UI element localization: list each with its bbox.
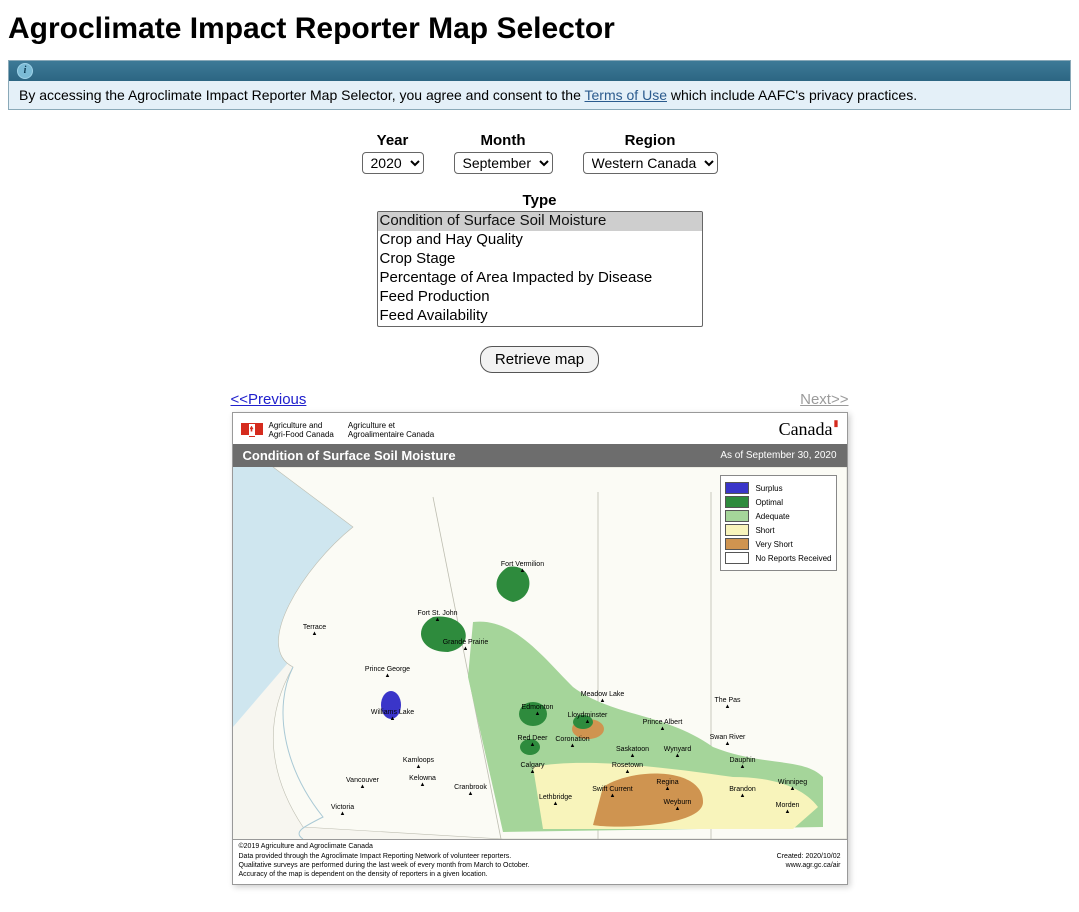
map-source-url: www.agr.gc.ca/air [777, 861, 841, 870]
city-label: Kelowna [409, 775, 436, 788]
city-label: Vancouver [346, 777, 379, 790]
canada-wordmark: Canada▮ [779, 419, 839, 440]
map-as-of: As of September 30, 2020 [720, 450, 836, 461]
city-label: Morden [776, 802, 800, 815]
city-label: Meadow Lake [581, 691, 625, 704]
city-label: Prince George [365, 666, 410, 679]
legend-item: Very Short [725, 538, 831, 550]
terms-of-use-link[interactable]: Terms of Use [585, 87, 667, 103]
city-label: Rosetown [612, 762, 643, 775]
month-label: Month [481, 132, 526, 149]
year-label: Year [377, 132, 409, 149]
city-label: Red Deer [518, 735, 548, 748]
map-frame: Agriculture andAgri-Food Canada Agricult… [232, 412, 848, 885]
legend-swatch [725, 538, 749, 550]
controls: Year 2020 Month September Region Western… [8, 132, 1071, 373]
retrieve-map-button[interactable]: Retrieve map [480, 346, 599, 373]
type-option[interactable]: Feed Production [378, 288, 702, 307]
city-label: Brandon [729, 786, 755, 799]
map-footnote: Qualitative surveys are performed during… [239, 861, 530, 870]
type-option[interactable]: Crop and Hay Quality [378, 231, 702, 250]
city-label: Swift Current [592, 786, 632, 799]
legend-item: Short [725, 524, 831, 536]
city-label: Cranbrook [454, 784, 487, 797]
city-label: Fort St. John [417, 610, 457, 623]
legend-label: Very Short [755, 540, 792, 549]
legend-swatch [725, 496, 749, 508]
city-label: Lloydminster [568, 712, 608, 725]
map-footer: ©2019 Agriculture and Agroclimate Canada… [233, 839, 847, 884]
type-label: Type [8, 192, 1071, 209]
map-footnote: Accuracy of the map is dependent on the … [239, 870, 530, 879]
type-option[interactable]: Condition of Surface Soil Moisture [378, 212, 702, 231]
map-created-date: Created: 2020/10/02 [777, 852, 841, 861]
legend-label: Optimal [755, 498, 783, 507]
map-nav: <<Previous Next>> [231, 391, 849, 408]
region-select[interactable]: Western Canada [583, 152, 718, 174]
city-label: Coronation [555, 736, 589, 749]
map-canvas: Surplus Optimal Adequate Short Very Short No … [233, 467, 847, 839]
legend-swatch [725, 510, 749, 522]
city-label: The Pas [714, 697, 740, 710]
city-label: Calgary [520, 762, 544, 775]
city-label: Regina [656, 779, 678, 792]
city-label: Williams Lake [371, 709, 414, 722]
legend-item: Optimal [725, 496, 831, 508]
map-header: Agriculture andAgri-Food Canada Agricult… [233, 413, 847, 444]
city-label: Prince Albert [643, 719, 683, 732]
info-text-pre: By accessing the Agroclimate Impact Repo… [19, 87, 585, 103]
city-label: Saskatoon [616, 746, 649, 759]
city-label: Fort Vermilion [501, 561, 544, 574]
info-box-body: By accessing the Agroclimate Impact Repo… [9, 81, 1070, 109]
city-label: Lethbridge [539, 794, 572, 807]
city-label: Kamloops [403, 757, 434, 770]
type-select[interactable]: Condition of Surface Soil MoistureCrop a… [377, 211, 703, 327]
city-label: Victoria [331, 804, 354, 817]
legend-swatch [725, 524, 749, 536]
type-option[interactable]: Crop Stage [378, 250, 702, 269]
map-footnote: Data provided through the Agroclimate Im… [239, 852, 530, 861]
region-label: Region [625, 132, 676, 149]
page-title: Agroclimate Impact Reporter Map Selector [8, 12, 1071, 46]
info-box: i By accessing the Agroclimate Impact Re… [8, 60, 1071, 110]
city-label: Terrace [303, 624, 326, 637]
legend-label: No Reports Received [755, 554, 831, 563]
dept-label-en: Agriculture andAgri-Food Canada [269, 421, 334, 439]
map-legend: Surplus Optimal Adequate Short Very Short No … [720, 475, 836, 571]
next-link: Next>> [800, 391, 848, 408]
city-label: Winnipeg [778, 779, 807, 792]
info-icon: i [17, 63, 33, 79]
info-bar-header: i [9, 61, 1070, 81]
legend-item: Adequate [725, 510, 831, 522]
dept-label-fr: Agriculture etAgroalimentaire Canada [348, 421, 434, 439]
map-title-bar: Condition of Surface Soil Moisture As of… [233, 444, 847, 467]
city-label: Wynyard [664, 746, 692, 759]
city-label: Edmonton [522, 704, 554, 717]
legend-swatch [725, 482, 749, 494]
city-label: Weyburn [664, 799, 692, 812]
city-label: Dauphin [729, 757, 755, 770]
legend-label: Short [755, 526, 774, 535]
map-copyright: ©2019 Agriculture and Agroclimate Canada [239, 843, 841, 850]
legend-label: Adequate [755, 512, 789, 521]
canada-flag-icon [241, 423, 263, 437]
city-label: Grande Prairie [443, 639, 489, 652]
map-title: Condition of Surface Soil Moisture [243, 448, 456, 463]
month-select[interactable]: September [454, 152, 553, 174]
legend-item: No Reports Received [725, 552, 831, 564]
year-select[interactable]: 2020 [362, 152, 424, 174]
info-text-post: which include AAFC's privacy practices. [671, 87, 917, 103]
type-option[interactable]: Percentage of Area Impacted by Disease [378, 269, 702, 288]
previous-link[interactable]: <<Previous [231, 391, 307, 408]
type-option[interactable]: Feed Availability [378, 307, 702, 326]
city-label: Swan River [710, 734, 746, 747]
legend-label: Surplus [755, 484, 782, 493]
legend-swatch [725, 552, 749, 564]
legend-item: Surplus [725, 482, 831, 494]
